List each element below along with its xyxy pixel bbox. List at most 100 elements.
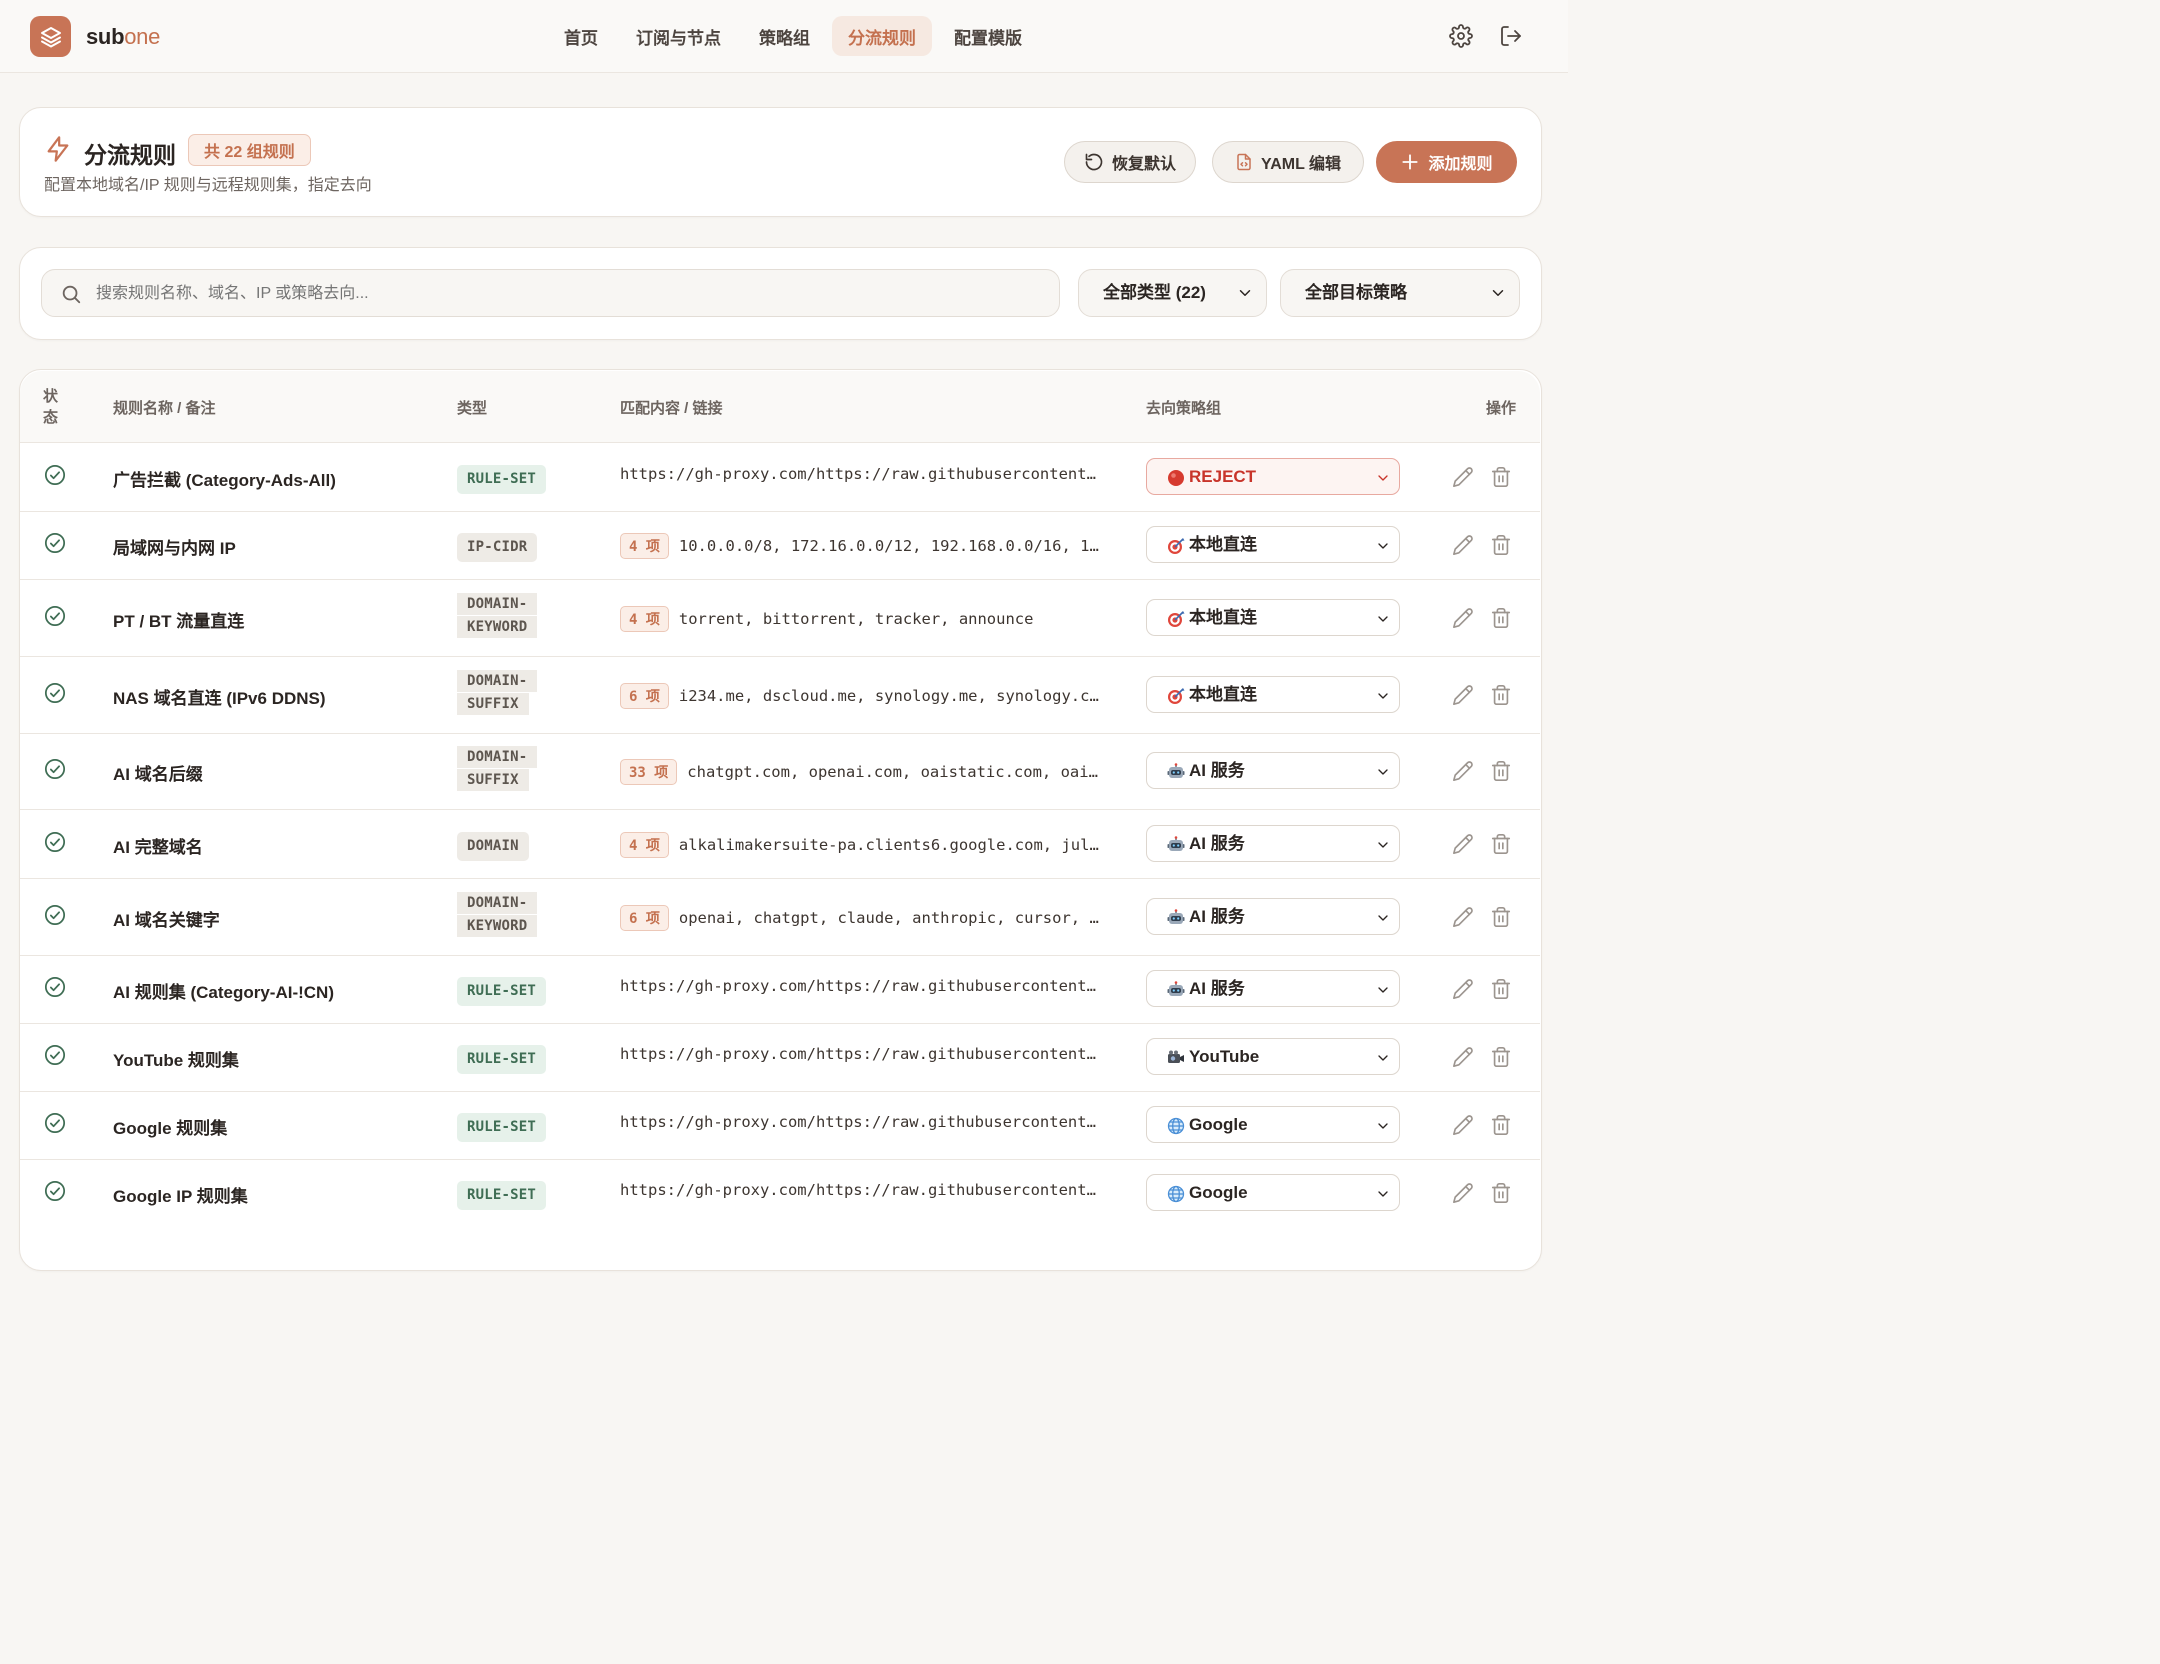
trash-icon[interactable] [1490, 978, 1512, 1000]
rule-count-badge: 共 22 组规则 [188, 134, 311, 166]
chevron-down-icon [1378, 1123, 1388, 1129]
target-policy-select[interactable]: AI 服务 [1146, 970, 1400, 1007]
nav-subscriptions[interactable]: 订阅与节点 [620, 16, 737, 56]
item-count-badge: 4 项 [620, 831, 669, 858]
row-divider [20, 1023, 1540, 1024]
target-policy-label: 本地直连 [1189, 684, 1257, 704]
rule-name: AI 完整域名 [113, 837, 203, 857]
col-target: 去向策略组 [1146, 400, 1222, 417]
rule-type-tag: DOMAIN- SUFFIX [457, 746, 538, 792]
rule-name: YouTube 规则集 [113, 1051, 239, 1070]
trash-icon[interactable] [1490, 1182, 1512, 1204]
check-circle-icon[interactable] [44, 758, 66, 780]
nav-policy-groups[interactable]: 策略组 [743, 16, 826, 56]
target-filter-value: 全部目标策略 [1305, 283, 1407, 302]
check-circle-icon[interactable] [44, 532, 66, 554]
trash-icon[interactable] [1490, 466, 1512, 488]
rule-content-text: openai, chatgpt, claude, anthropic, curs… [678, 908, 1100, 927]
rule-type-line2: KEYWORD [457, 914, 538, 937]
add-rule-label: 添加规则 [1428, 156, 1493, 173]
type-filter-select[interactable]: 全部类型 (22) [1078, 269, 1267, 317]
trash-icon[interactable] [1490, 684, 1512, 706]
reset-icon [1085, 153, 1103, 171]
edit-icon[interactable] [1452, 684, 1474, 706]
target-policy-select[interactable]: AI 服务 [1146, 824, 1400, 862]
item-count-badge: 33 项 [620, 759, 678, 785]
rule-type-line2: SUFFIX [457, 692, 529, 715]
check-circle-icon[interactable] [44, 904, 66, 926]
rule-type-tag: RULE-SET [457, 1045, 547, 1074]
edit-icon[interactable] [1452, 906, 1474, 928]
target-policy-select[interactable]: 本地直连 [1146, 675, 1400, 713]
add-rule-button[interactable]: 添加规则 [1376, 141, 1517, 183]
target-policy-select[interactable]: Google [1146, 1174, 1400, 1211]
target-policy-label: AI 服务 [1189, 979, 1245, 998]
target-policy-select[interactable]: AI 服务 [1146, 752, 1400, 789]
check-circle-icon[interactable] [44, 976, 66, 998]
rule-type-line1: DOMAIN- [457, 669, 538, 692]
trash-icon[interactable] [1490, 607, 1512, 629]
edit-icon[interactable] [1452, 1046, 1474, 1068]
reset-default-button[interactable]: 恢复默认 [1064, 141, 1196, 183]
nav-home[interactable]: 首页 [548, 16, 614, 56]
edit-icon[interactable] [1452, 833, 1474, 855]
gear-icon[interactable] [1449, 24, 1473, 48]
robot-icon [1167, 981, 1185, 999]
rule-content: 4 项 torrent, bittorrent, tracker, announc… [620, 605, 1100, 632]
edit-icon[interactable] [1452, 466, 1474, 488]
page-title: 分流规则 [84, 142, 176, 168]
item-count-badge: 4 项 [620, 605, 669, 632]
check-circle-icon[interactable] [44, 605, 66, 627]
rule-type-label: IP-CIDR [457, 533, 538, 562]
rule-name: AI 域名后缀 [113, 765, 203, 784]
nav-templates[interactable]: 配置模版 [938, 16, 1038, 56]
trash-icon[interactable] [1490, 906, 1512, 928]
target-policy-select[interactable]: 本地直连 [1146, 526, 1400, 563]
row-divider [20, 878, 1540, 879]
edit-icon[interactable] [1452, 760, 1474, 782]
edit-icon[interactable] [1452, 534, 1474, 556]
search-box [41, 269, 1060, 318]
trash-icon[interactable] [1490, 1114, 1512, 1136]
trash-icon[interactable] [1490, 534, 1512, 556]
target-filter-select[interactable]: 全部目标策略 [1280, 269, 1520, 317]
edit-icon[interactable] [1452, 978, 1474, 1000]
target-policy-select[interactable]: AI 服务 [1146, 897, 1400, 935]
edit-icon[interactable] [1452, 1114, 1474, 1136]
target-policy-select[interactable]: 本地直连 [1146, 598, 1400, 636]
target-policy-select[interactable]: Google [1146, 1106, 1400, 1143]
rule-content: 6 项 openai, chatgpt, claude, anthropic, c… [620, 904, 1100, 931]
rule-name: 广告拦截 (Category-Ads-All) [113, 471, 336, 490]
check-circle-icon[interactable] [44, 464, 66, 486]
rule-type-tag: IP-CIDR [457, 533, 538, 562]
target-policy-label: REJECT [1189, 467, 1257, 486]
target-policy-label: Google [1189, 1115, 1248, 1134]
rule-name: NAS 域名直连 (IPv6 DDNS) [113, 688, 326, 708]
chevron-down-icon [1378, 543, 1388, 549]
rule-type-label: RULE-SET [457, 465, 547, 494]
rule-content: https://gh-proxy.com/https://raw.githubu… [620, 977, 1100, 995]
target-policy-select[interactable]: REJECT [1146, 458, 1400, 495]
nav-rules[interactable]: 分流规则 [832, 16, 932, 56]
check-circle-icon[interactable] [44, 1112, 66, 1134]
col-actions: 操作 [1486, 400, 1517, 417]
trash-icon[interactable] [1490, 1046, 1512, 1068]
rule-type-label: RULE-SET [457, 1045, 547, 1074]
check-circle-icon[interactable] [44, 682, 66, 704]
chevron-down-icon [1239, 290, 1251, 296]
check-circle-icon[interactable] [44, 1044, 66, 1066]
edit-icon[interactable] [1452, 1182, 1474, 1204]
check-circle-icon[interactable] [44, 1180, 66, 1202]
edit-icon[interactable] [1452, 607, 1474, 629]
search-input[interactable] [96, 270, 996, 318]
logout-icon[interactable] [1499, 24, 1523, 48]
check-circle-icon[interactable] [44, 831, 66, 853]
yaml-edit-button[interactable]: YAML 编辑 [1212, 141, 1364, 183]
brand-name[interactable]: subone [86, 24, 160, 50]
trash-icon[interactable] [1490, 760, 1512, 782]
trash-icon[interactable] [1490, 833, 1512, 855]
logo-icon[interactable] [30, 16, 71, 57]
target-policy-select[interactable]: YouTube [1146, 1038, 1400, 1075]
rule-content: https://gh-proxy.com/https://raw.githubu… [620, 465, 1100, 483]
item-count-badge: 6 项 [620, 904, 669, 931]
